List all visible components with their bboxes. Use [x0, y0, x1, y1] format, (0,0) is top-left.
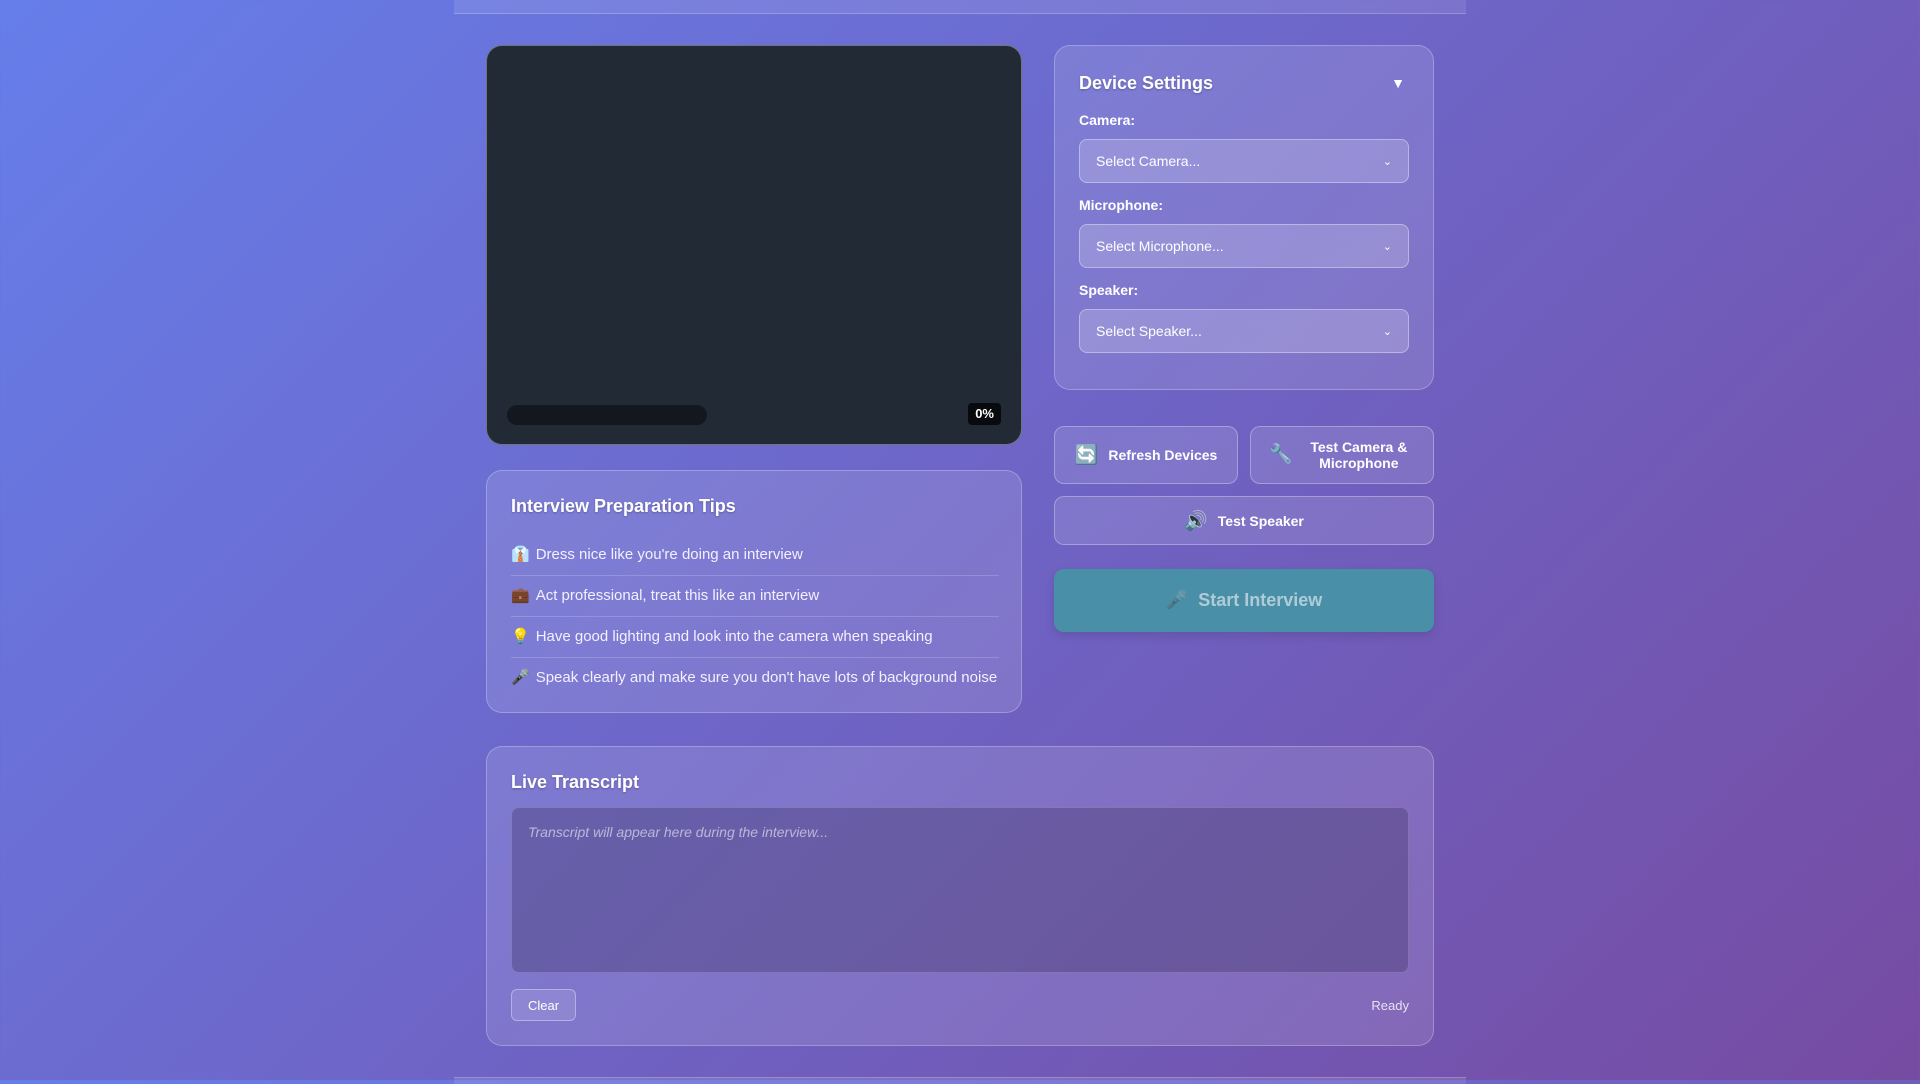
test-camera-microphone-label: Test Camera & Microphone [1310, 439, 1408, 471]
interview-tips-panel: Interview Preparation Tips 👔 Dress nice l… [486, 470, 1022, 713]
tip-item: 💼 Act professional, treat this like an in… [511, 576, 999, 617]
transcript-area[interactable]: Transcript will appear here during the i… [511, 807, 1409, 973]
speaker-select-value: Select Speaker... [1096, 323, 1202, 339]
lightbulb-icon: 💡 [511, 628, 530, 645]
microphone-select-value: Select Microphone... [1096, 238, 1224, 254]
clear-button[interactable]: Clear [511, 989, 576, 1021]
volume-percentage: 0% [968, 403, 1001, 425]
refresh-devices-button[interactable]: 🔄 Refresh Devices [1054, 426, 1238, 484]
speaker-select[interactable]: Select Speaker... ⌄ [1079, 309, 1409, 353]
microphone-icon: 🎤 [1165, 590, 1189, 610]
microphone-icon: 🎤 [511, 669, 530, 686]
test-speaker-label: Test Speaker [1217, 512, 1304, 529]
tips-list: 👔 Dress nice like you're doing an intervi… [511, 535, 999, 698]
tip-item: 🎤 Speak clearly and make sure you don't h… [511, 658, 999, 698]
necktie-icon: 👔 [511, 546, 530, 563]
tip-item: 👔 Dress nice like you're doing an intervi… [511, 535, 999, 576]
chevron-down-icon: ⌄ [1382, 155, 1392, 168]
transcript-title: Live Transcript [511, 772, 640, 792]
volume-meter [507, 405, 707, 425]
start-interview-label: Start Interview [1198, 590, 1323, 610]
speaker-label: Speaker: [1079, 282, 1139, 298]
refresh-devices-label: Refresh Devices [1108, 447, 1218, 463]
chevron-down-icon: ⌄ [1382, 325, 1392, 338]
tip-text: Act professional, treat this like an int… [535, 587, 820, 604]
test-camera-microphone-button[interactable]: 🔧 Test Camera & Microphone [1250, 426, 1434, 484]
chevron-down-icon[interactable]: ▼ [1391, 73, 1405, 93]
transcript-placeholder: Transcript will appear here during the i… [528, 824, 829, 840]
top-header-bar [454, 0, 1466, 14]
microphone-select[interactable]: Select Microphone... ⌄ [1079, 224, 1409, 268]
tips-title: Interview Preparation Tips [511, 496, 736, 516]
camera-select-value: Select Camera... [1096, 153, 1201, 169]
tip-item: 💡 Have good lighting and look into the ca… [511, 617, 999, 658]
bottom-footer-bar [454, 1077, 1466, 1084]
start-interview-button[interactable]: 🎤 Start Interview [1054, 569, 1434, 632]
tip-text: Have good lighting and look into the cam… [535, 628, 933, 645]
microphone-label: Microphone: [1079, 197, 1163, 213]
tip-text: Speak clearly and make sure you don't ha… [535, 669, 998, 686]
wrench-icon: 🔧 [1269, 444, 1293, 465]
device-settings-panel: Device Settings ▼ Camera: Select Camera.… [1054, 45, 1434, 390]
device-settings-title: Device Settings [1079, 73, 1214, 93]
chevron-down-icon: ⌄ [1382, 240, 1392, 253]
refresh-icon: 🔄 [1074, 445, 1099, 466]
video-preview: 0% [486, 45, 1022, 445]
status-text: Ready [1371, 998, 1409, 1013]
tip-text: Dress nice like you're doing an intervie… [535, 546, 803, 563]
live-transcript-panel: Live Transcript Transcript will appear h… [486, 746, 1434, 1046]
briefcase-icon: 💼 [511, 587, 530, 604]
camera-select[interactable]: Select Camera... ⌄ [1079, 139, 1409, 183]
test-speaker-button[interactable]: 🔊 Test Speaker [1054, 496, 1434, 545]
camera-label: Camera: [1079, 112, 1136, 128]
speaker-icon: 🔊 [1184, 510, 1208, 532]
